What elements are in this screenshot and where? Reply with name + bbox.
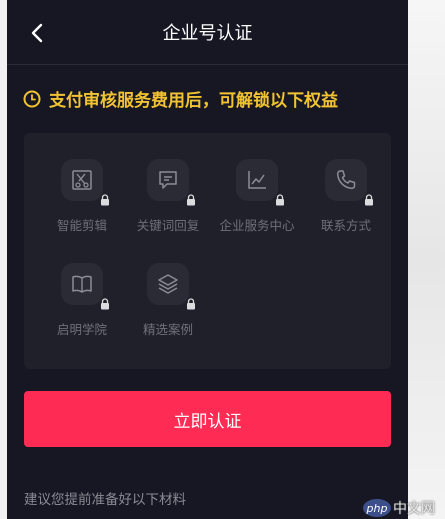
lock-icon [187,298,195,310]
chevron-left-icon[interactable] [27,22,49,44]
phone-icon [336,170,356,190]
benefit-academy[interactable]: 启明学院 [40,263,124,359]
chat-icon [159,171,177,189]
phone-screen: 企业号认证 支付审核服务费用后，可解锁以下权益 智能剪辑 关键词回复 企业服务中… [7,0,408,519]
scissors-icon [72,170,92,190]
benefit-icon-box [147,159,195,206]
benefits-panel: 智能剪辑 关键词回复 企业服务中心 联系方式 启明学院 精选案例 [24,133,391,369]
nav-bar: 企业号认证 [7,0,408,64]
benefit-icon-box [325,159,373,206]
benefit-label: 关键词回复 [136,218,200,233]
benefit-icon-box [236,159,284,206]
benefit-icon-box [61,159,109,206]
unlock-notice: 支付审核服务费用后，可解锁以下权益 [23,86,338,111]
benefit-service-center[interactable]: 企业服务中心 [215,159,299,255]
benefit-label: 企业服务中心 [219,218,295,233]
benefit-label: 智能剪辑 [56,218,107,233]
materials-hint: 建议您提前准备好以下材料 [24,492,186,508]
page-title: 企业号认证 [162,23,253,44]
layers-icon [158,274,178,294]
benefit-label: 启明学院 [56,322,107,337]
watermark-text: 中文网 [393,501,435,517]
book-icon [72,275,92,293]
benefit-contact[interactable]: 联系方式 [304,159,388,255]
lock-icon [365,194,373,206]
clock-icon [23,90,41,107]
notice-text: 支付审核服务费用后，可解锁以下权益 [49,91,338,111]
verify-now-button[interactable]: 立即认证 [24,391,391,447]
background-edge [408,0,445,519]
nav-divider [7,64,408,65]
benefit-cases[interactable]: 精选案例 [126,263,210,359]
lock-icon [187,194,195,206]
benefit-label: 精选案例 [142,322,193,337]
benefit-smart-edit[interactable]: 智能剪辑 [40,159,124,255]
benefit-label: 联系方式 [320,218,371,233]
benefit-icon-box [61,263,109,310]
chart-icon [248,171,266,189]
benefit-keyword-reply[interactable]: 关键词回复 [126,159,210,255]
lock-icon [276,194,284,206]
watermark-logo: php [363,499,391,517]
site-watermark: php 中文网 [363,498,435,518]
benefit-icon-box [147,263,195,310]
lock-icon [101,194,109,206]
lock-icon [101,298,109,310]
